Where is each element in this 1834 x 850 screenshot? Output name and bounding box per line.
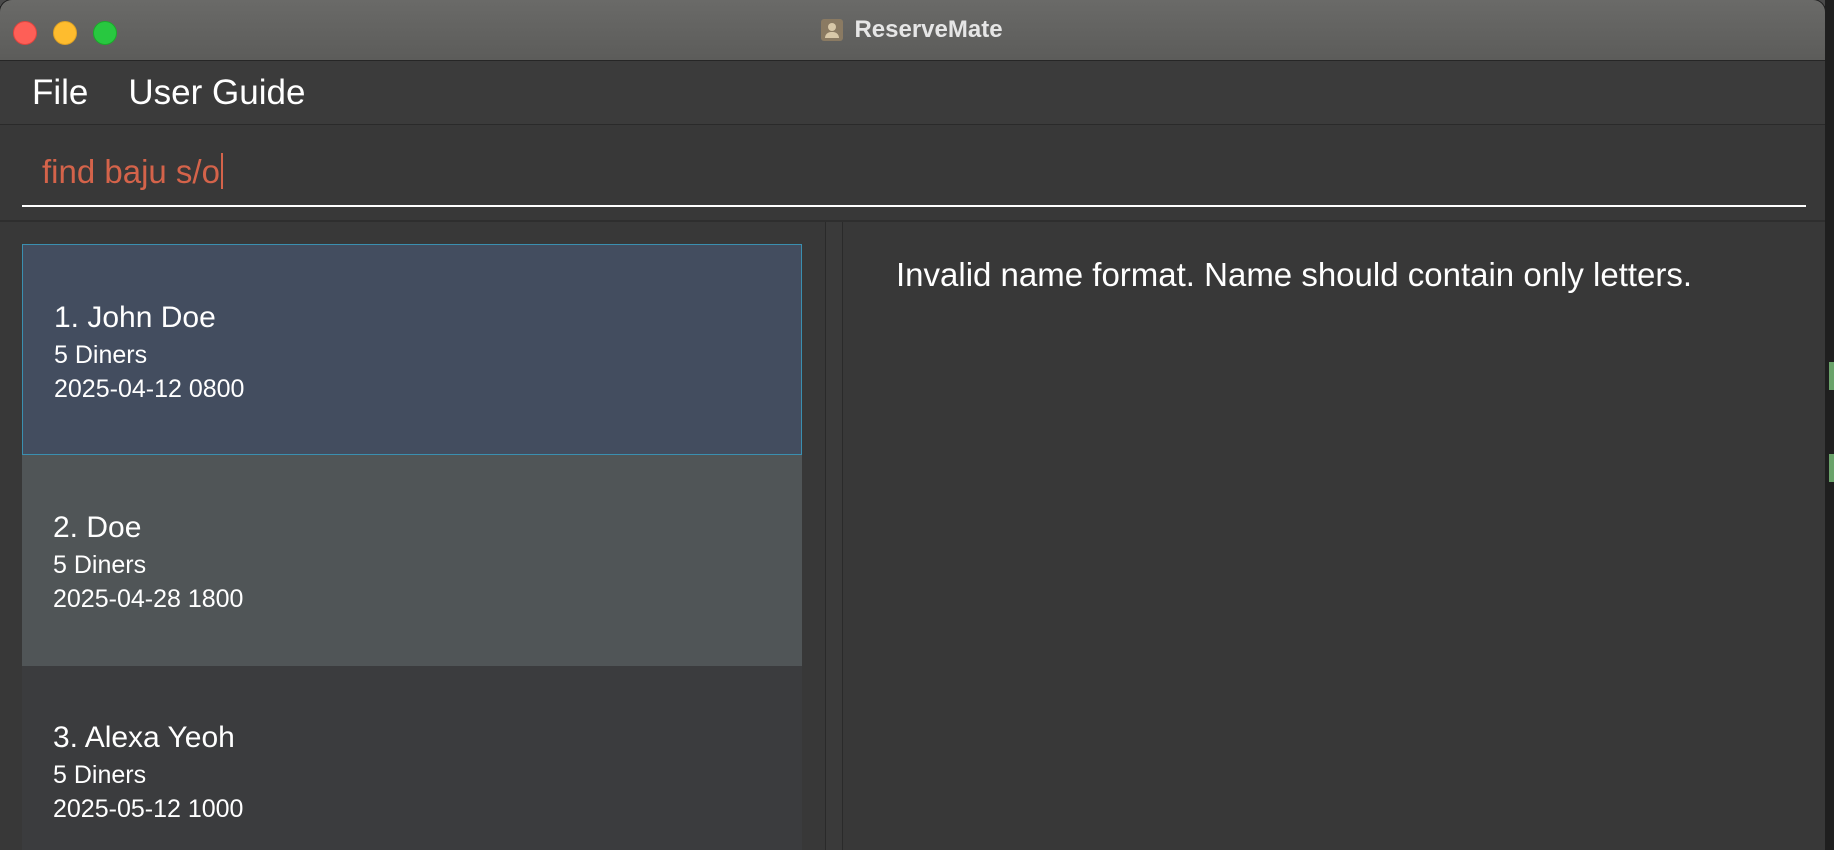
menu-user-guide[interactable]: User Guide bbox=[128, 73, 305, 113]
reservation-name: 2. Doe bbox=[53, 511, 142, 544]
command-input[interactable] bbox=[22, 147, 1806, 207]
reservation-datetime: 2025-04-12 0800 bbox=[54, 375, 245, 403]
app-window: ReserveMate File User Guide find baju s/… bbox=[0, 0, 1825, 850]
desktop-edge-marker bbox=[1829, 454, 1834, 482]
reservation-name: 1. John Doe bbox=[54, 301, 216, 334]
split-pane-divider[interactable] bbox=[825, 222, 843, 850]
reservation-diners: 5 Diners bbox=[53, 761, 147, 789]
reservation-card[interactable]: 2. Doe 5 Diners 2025-04-28 1800 bbox=[22, 455, 802, 666]
reservation-list-panel: 1. John Doe 5 Diners 2025-04-12 0800 2. … bbox=[0, 222, 825, 850]
reservation-diners: 5 Diners bbox=[54, 341, 148, 369]
reservation-card[interactable]: 1. John Doe 5 Diners 2025-04-12 0800 bbox=[22, 244, 802, 455]
reservation-name: 3. Alexa Yeoh bbox=[53, 721, 235, 754]
menu-file[interactable]: File bbox=[32, 73, 88, 113]
reservation-datetime: 2025-05-12 1000 bbox=[53, 795, 244, 823]
reservation-diners: 5 Diners bbox=[53, 551, 147, 579]
result-message: Invalid name format. Name should contain… bbox=[896, 256, 1693, 293]
window-title: ReserveMate bbox=[854, 16, 1003, 43]
title-group: ReserveMate bbox=[0, 0, 1825, 60]
result-display-panel: Invalid name format. Name should contain… bbox=[843, 222, 1825, 850]
command-box: find baju s/o bbox=[0, 125, 1825, 220]
menu-bar: File User Guide bbox=[0, 61, 1825, 125]
reservation-list[interactable]: 1. John Doe 5 Diners 2025-04-12 0800 2. … bbox=[22, 244, 802, 850]
title-bar[interactable]: ReserveMate bbox=[0, 0, 1825, 61]
app-icon bbox=[821, 19, 844, 41]
desktop-edge-marker bbox=[1829, 362, 1834, 390]
desktop-edge bbox=[1825, 0, 1834, 850]
reservation-card[interactable]: 3. Alexa Yeoh 5 Diners 2025-05-12 1000 bbox=[22, 666, 802, 850]
reservation-datetime: 2025-04-28 1800 bbox=[53, 585, 244, 613]
